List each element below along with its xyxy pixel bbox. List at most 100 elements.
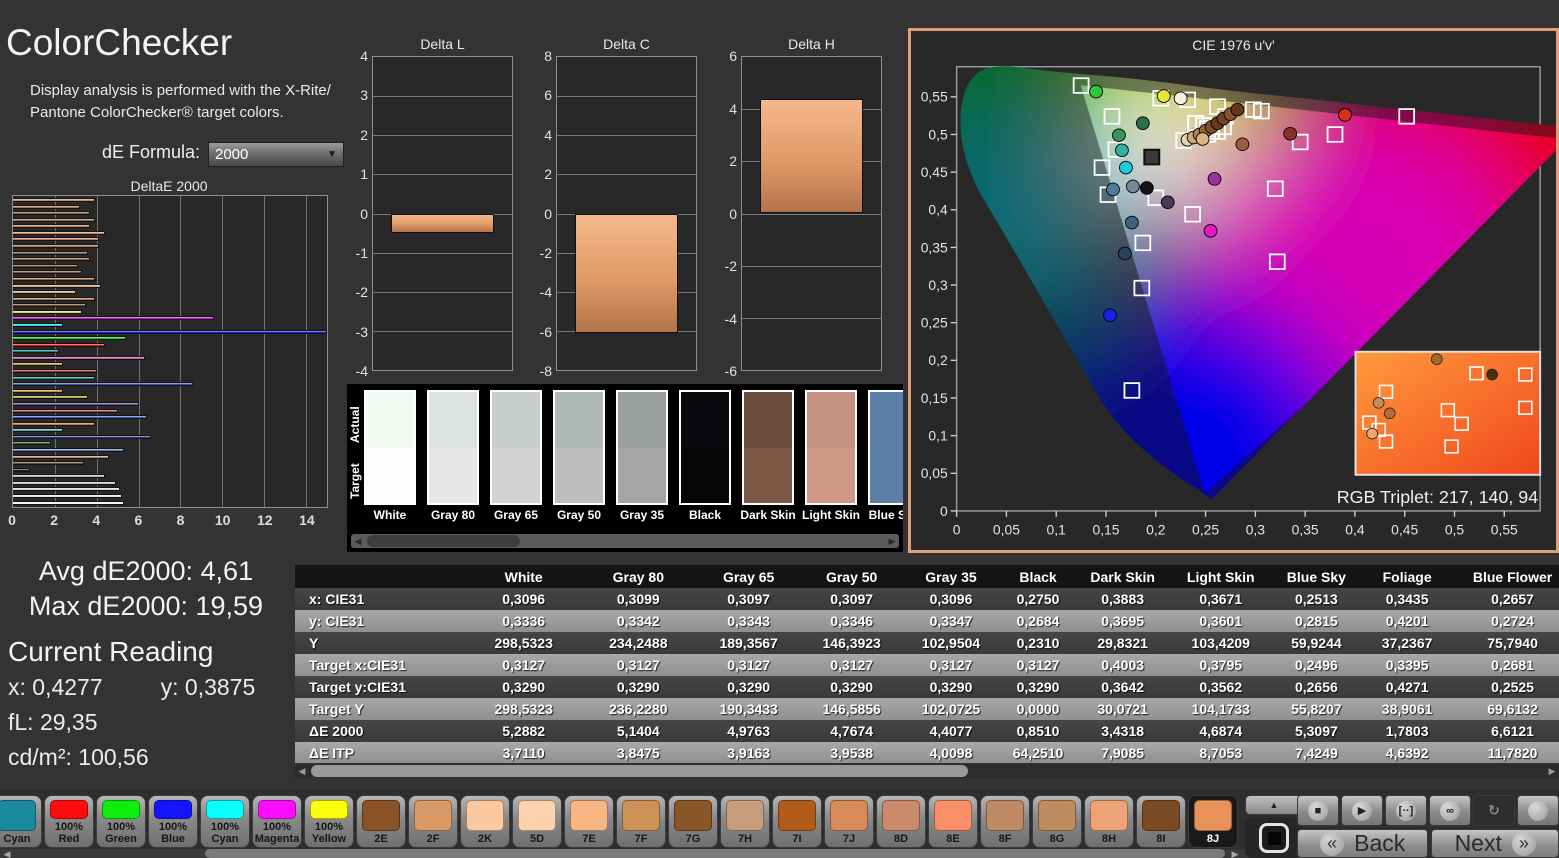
patch-tab-100-green[interactable]: 100% Green — [96, 795, 146, 848]
max-de2000: Max dE2000: 19,59 — [0, 591, 292, 622]
swatch-scroll-thumb[interactable] — [367, 535, 520, 547]
cie-1976-chart: 00,050,10,150,20,250,30,350,40,450,50,55… — [911, 55, 1556, 549]
measured-point — [1140, 182, 1153, 195]
delta-chart-delta-h: Delta H6420-2-4-6 — [715, 36, 883, 382]
range-button[interactable]: [··] — [1385, 795, 1427, 826]
scroll-right-icon[interactable]: ▶ — [885, 534, 899, 548]
actual-color — [492, 392, 540, 448]
scroll-right-icon[interactable]: ▶ — [1545, 764, 1559, 778]
patch-tab-8g[interactable]: 8G — [1032, 795, 1082, 848]
swatch-white — [364, 390, 416, 505]
patch-tab-100-red[interactable]: 100% Red — [44, 795, 94, 848]
scroll-right-icon[interactable]: ▶ — [1228, 847, 1242, 858]
de-bar — [13, 284, 101, 288]
scroll-left-icon[interactable]: ◀ — [295, 764, 309, 778]
patch-tab-8f[interactable]: 8F — [980, 795, 1030, 848]
table-cell: 3,8475 — [581, 742, 696, 763]
axis-tick-label: 8 — [177, 512, 185, 528]
patch-color — [414, 800, 452, 831]
axis-tick-label: -2 — [530, 245, 552, 261]
patch-tab-7g[interactable]: 7G — [668, 795, 718, 848]
patch-tab-5d[interactable]: 5D — [512, 795, 562, 848]
patch-tab-100-magenta[interactable]: 100% Magenta — [252, 795, 302, 848]
patch-tab-8e[interactable]: 8E — [928, 795, 978, 848]
table-cell: 0,3096 — [467, 588, 581, 610]
axis-tick-label: 0 — [530, 206, 552, 222]
measurement-table: WhiteGray 80Gray 65Gray 50Gray 35BlackDa… — [295, 565, 1559, 763]
axis-tick-label: 0 — [346, 206, 368, 222]
table-scroll-thumb[interactable] — [311, 765, 968, 777]
table-cell: 4,6392 — [1361, 742, 1454, 763]
svg-text:0,35: 0,35 — [921, 240, 948, 255]
patch-tab-label: 100% Cyan — [201, 820, 249, 847]
cie-zoom-inset — [1356, 352, 1541, 475]
patch-tab-7h[interactable]: 7H — [720, 795, 770, 848]
column-header: Dark Skin — [1076, 565, 1169, 588]
patch-tab-cyan[interactable]: Cyan — [0, 795, 42, 848]
target-color — [744, 448, 792, 504]
actual-target-swatches: Actual Target ◀ ▶ WhiteGray 80Gray 65Gra… — [347, 384, 903, 552]
table-cell: 102,0725 — [902, 698, 1000, 720]
measured-point — [1090, 85, 1103, 98]
patch-tab-label: 7G — [669, 832, 717, 847]
table-cell: 4,4077 — [902, 720, 1000, 742]
patch-tab-100-blue[interactable]: 100% Blue — [148, 795, 198, 848]
de-bar — [13, 343, 105, 347]
patch-tab-8i[interactable]: 8I — [1136, 795, 1186, 848]
patch-tab-8j[interactable]: 8J — [1188, 795, 1238, 848]
row-label: Target Y — [295, 698, 467, 720]
table-cell: 0,3097 — [801, 588, 902, 610]
de-formula-label: dE Formula: — [102, 142, 200, 163]
de-bar — [13, 402, 139, 406]
patch-tab-7e[interactable]: 7E — [564, 795, 614, 848]
swatch-scrollbar[interactable]: ◀ ▶ — [351, 534, 899, 548]
patch-color — [622, 800, 660, 831]
patch-tab-2f[interactable]: 2F — [408, 795, 458, 848]
table-cell: 7,4249 — [1272, 742, 1360, 763]
patch-color — [518, 800, 556, 831]
de-bar — [13, 198, 95, 202]
de-bar — [13, 422, 95, 426]
target-color — [492, 448, 540, 504]
table-cell: 234,2488 — [581, 632, 696, 654]
patch-tab-7f[interactable]: 7F — [616, 795, 666, 848]
back-button[interactable]: « Back — [1297, 829, 1428, 858]
refresh-button[interactable]: ↻ — [1473, 795, 1515, 826]
window-stop-button[interactable] — [1245, 818, 1303, 858]
table-cell: 0,3562 — [1169, 676, 1272, 698]
row-label: y: CIE31 — [295, 610, 467, 632]
patch-tab-100-cyan[interactable]: 100% Cyan — [200, 795, 250, 848]
svg-text:0,25: 0,25 — [1192, 522, 1219, 537]
patch-tab-100-yellow[interactable]: 100% Yellow — [304, 795, 354, 848]
patch-tab-2k[interactable]: 2K — [460, 795, 510, 848]
actual-color — [807, 392, 855, 448]
patch-tab-7j[interactable]: 7J — [824, 795, 874, 848]
table-cell: 0,2750 — [1000, 588, 1076, 610]
table-cell: 0,3342 — [581, 610, 696, 632]
scroll-left-icon[interactable]: ◀ — [0, 847, 14, 858]
de-formula-select[interactable]: 2000 ▼ — [208, 142, 344, 167]
table-scrollbar[interactable]: ◀ ▶ — [295, 764, 1559, 778]
patch-tab-2e[interactable]: 2E — [356, 795, 406, 848]
svg-text:0,5: 0,5 — [1445, 522, 1465, 537]
loop-button[interactable]: ∞ — [1429, 795, 1471, 826]
stop-button[interactable]: ■ — [1297, 795, 1339, 826]
patch-tab-7i[interactable]: 7I — [772, 795, 822, 848]
scroll-left-icon[interactable]: ◀ — [351, 534, 365, 548]
record-button[interactable]: ● — [1517, 795, 1559, 826]
table-cell: 103,4209 — [1169, 632, 1272, 654]
patch-tab-8d[interactable]: 8D — [876, 795, 926, 848]
table-cell: 0,3435 — [1361, 588, 1454, 610]
collapse-up-button[interactable]: ▲ — [1245, 795, 1303, 815]
tabs-scroll-thumb[interactable] — [205, 849, 1225, 858]
actual-color — [744, 392, 792, 448]
patch-tab-8h[interactable]: 8H — [1084, 795, 1134, 848]
patch-color — [206, 800, 244, 819]
table-cell: 5,1404 — [581, 720, 696, 742]
play-button[interactable]: ▶ — [1341, 795, 1383, 826]
table-cell: 75,7940 — [1454, 632, 1559, 654]
axis-tick-label: 12 — [257, 512, 273, 528]
swatch-gray-65 — [490, 390, 542, 505]
next-button[interactable]: Next » — [1431, 829, 1559, 858]
tabs-scrollbar[interactable]: ◀ ▶ — [0, 849, 1250, 858]
